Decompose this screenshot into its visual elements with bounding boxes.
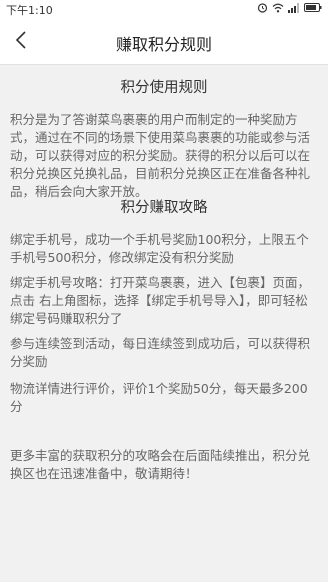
wifi-icon <box>272 3 284 13</box>
usage-rules-paragraph: 积分是为了答谢菜鸟裹裹的用户而制定的一种奖励方式，通过在不同的场景下使用菜鸟裹裹… <box>10 112 311 199</box>
signal-icon <box>288 2 300 13</box>
rules-content: 积分使用规则 积分是为了答谢菜鸟裹裹的用户而制定的一种奖励方式，通过在不同的场景… <box>0 65 328 582</box>
earning-rule-checkin: 参与连续签到活动，每日连续签到成功后，可以获得积分奖励 <box>10 336 311 369</box>
earning-rule-bind-phone: 绑定手机号，成功一个手机号奖励100积分，上限五个手机号500积分，修改绑定没有… <box>10 232 309 265</box>
status-time: 下午1:10 <box>6 4 53 17</box>
status-bar: 下午1:10 <box>0 0 328 18</box>
alarm-icon <box>257 2 268 13</box>
battery-icon <box>304 3 322 12</box>
section-title-usage: 积分使用规则 <box>120 80 208 96</box>
status-icons <box>257 2 322 13</box>
page-title: 赚取积分规则 <box>115 35 212 54</box>
section-title-earning: 积分赚取攻略 <box>120 200 208 216</box>
earning-rule-review: 物流详情进行评价，评价1个奖励50分，每天最多200分 <box>10 381 308 414</box>
header: 赚取积分规则 <box>0 18 328 65</box>
earning-rule-bind-guide: 绑定手机号攻略：打开菜鸟裹裹，进入【包裹】页面，点击 右上角图标，选择【绑定手机… <box>10 275 311 326</box>
earning-more-coming: 更多丰富的获取积分的攻略会在后面陆续推出，积分兑换区也在迅速准备中，敬请期待！ <box>10 448 311 481</box>
